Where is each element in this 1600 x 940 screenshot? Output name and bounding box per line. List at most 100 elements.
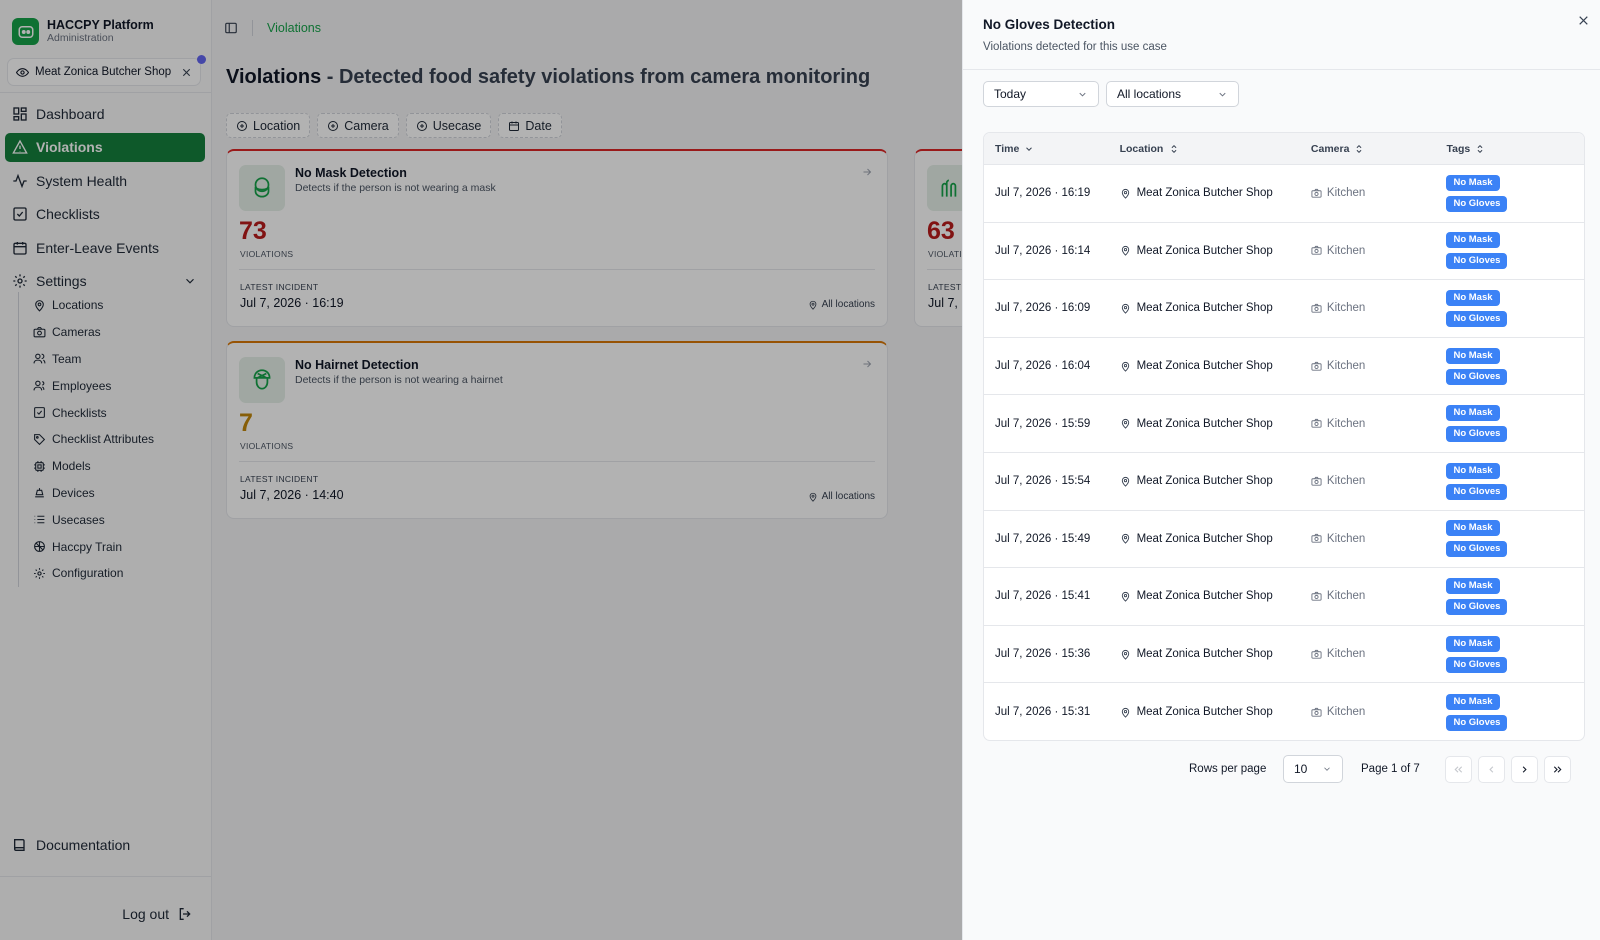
tag-badge: No Gloves [1446, 310, 1508, 327]
previous-page-button[interactable] [1478, 756, 1505, 783]
cell-location: Meat Zonica Butcher Shop [1120, 590, 1311, 602]
cell-time: Jul 7, 2026 · 15:49 [995, 532, 1091, 545]
column-tags[interactable]: Tags [1446, 143, 1584, 155]
map-pin-icon [1120, 476, 1131, 487]
chevrons-right-icon [1552, 764, 1563, 775]
camera-icon [1311, 188, 1322, 199]
column-time[interactable]: Time [984, 143, 1120, 155]
cell-tags: No Mask No Gloves [1446, 289, 1584, 327]
cell-time: Jul 7, 2026 · 15:31 [995, 706, 1091, 719]
cell-tags: No Mask No Gloves [1446, 347, 1584, 385]
cell-location-label: Meat Zonica Butcher Shop [1136, 187, 1273, 200]
table-row[interactable]: Jul 7, 2026 · 15:59 Meat Zonica Butcher S… [984, 395, 1584, 453]
cell-time: Jul 7, 2026 · 15:59 [995, 417, 1091, 430]
cell-time: Jul 7, 2026 · 16:19 [995, 187, 1091, 200]
cell-time: Jul 7, 2026 · 16:14 [995, 244, 1091, 257]
violations-drawer: No Gloves Detection Violations detected … [962, 0, 1600, 940]
last-page-button[interactable] [1544, 756, 1571, 783]
cell-camera: Kitchen [1311, 245, 1447, 257]
pagination: Rows per page 10 Page 1 of 7 [963, 755, 1600, 785]
table-row[interactable]: Jul 7, 2026 · 15:41 Meat Zonica Butcher S… [984, 568, 1584, 626]
table-row[interactable]: Jul 7, 2026 · 16:09 Meat Zonica Butcher S… [984, 280, 1584, 338]
tag-badge: No Gloves [1446, 368, 1508, 385]
tag-badge: No Mask [1446, 635, 1500, 652]
tag-badge: No Gloves [1446, 714, 1508, 731]
cell-location-label: Meat Zonica Butcher Shop [1136, 532, 1273, 545]
column-tags-label: Tags [1446, 142, 1471, 155]
map-pin-icon [1120, 533, 1131, 545]
camera-icon [1311, 361, 1322, 372]
table-row[interactable]: Jul 7, 2026 · 16:19 Meat Zonica Butcher S… [984, 165, 1584, 223]
cell-location-label: Meat Zonica Butcher Shop [1136, 417, 1273, 430]
tag-badge: No Gloves [1446, 598, 1508, 615]
cell-tags: No Mask No Gloves [1446, 405, 1584, 443]
cell-camera-label: Kitchen [1326, 417, 1366, 430]
cell-camera-label: Kitchen [1326, 302, 1366, 315]
drawer-title: No Gloves Detection [983, 17, 1116, 32]
camera-icon [1311, 591, 1322, 602]
table-row[interactable]: Jul 7, 2026 · 15:49 Meat Zonica Butcher S… [984, 511, 1584, 569]
cell-camera-label: Kitchen [1326, 475, 1366, 488]
cell-tags: No Mask No Gloves [1446, 174, 1584, 212]
first-page-button[interactable] [1445, 756, 1472, 783]
column-camera[interactable]: Camera [1311, 143, 1447, 155]
tag-badge: No Mask [1446, 520, 1500, 537]
chevron-down-icon [1322, 764, 1332, 774]
map-pin-icon [1120, 707, 1131, 718]
table-row[interactable]: Jul 7, 2026 · 15:31 Meat Zonica Butcher S… [984, 683, 1584, 740]
cell-tags: No Mask No Gloves [1446, 462, 1584, 500]
location-select[interactable]: All locations [1106, 81, 1239, 107]
rows-per-page-select[interactable]: 10 [1283, 755, 1343, 783]
cell-tags: No Mask No Gloves [1446, 635, 1584, 673]
table-row[interactable]: Jul 7, 2026 · 16:04 Meat Zonica Butcher S… [984, 338, 1584, 396]
chevron-down-icon [1077, 89, 1088, 100]
tag-badge: No Mask [1446, 577, 1500, 594]
cell-tags: No Mask No Gloves [1446, 693, 1584, 731]
drawer-header: No Gloves Detection Violations detected … [963, 0, 1600, 70]
tag-badge: No Mask [1446, 405, 1500, 422]
cell-camera-label: Kitchen [1326, 706, 1366, 719]
table-row[interactable]: Jul 7, 2026 · 15:36 Meat Zonica Butcher S… [984, 626, 1584, 684]
cell-location-label: Meat Zonica Butcher Shop [1136, 475, 1273, 488]
sort-icon [1475, 144, 1485, 154]
column-location-label: Location [1119, 142, 1164, 155]
table-row[interactable]: Jul 7, 2026 · 15:54 Meat Zonica Butcher S… [984, 453, 1584, 511]
close-icon[interactable] [1577, 14, 1590, 27]
cell-camera: Kitchen [1311, 648, 1447, 660]
next-page-button[interactable] [1511, 756, 1538, 783]
camera-icon [1311, 418, 1322, 429]
chevrons-left-icon [1453, 764, 1464, 775]
camera-icon [1311, 476, 1322, 487]
tag-badge: No Gloves [1446, 426, 1508, 443]
tag-badge: No Gloves [1446, 195, 1508, 212]
cell-camera: Kitchen [1311, 302, 1447, 314]
map-pin-icon [1120, 361, 1131, 372]
sort-icon [1169, 144, 1179, 154]
violations-table: Time Location Camera Tags Jul 7, 2026 · … [983, 132, 1585, 741]
camera-icon [1311, 303, 1322, 314]
tag-badge: No Mask [1446, 693, 1500, 710]
date-range-select[interactable]: Today [983, 81, 1099, 107]
column-location[interactable]: Location [1120, 143, 1311, 155]
table-header: Time Location Camera Tags [984, 133, 1584, 165]
cell-camera-label: Kitchen [1326, 360, 1366, 373]
cell-location-label: Meat Zonica Butcher Shop [1136, 590, 1273, 603]
cell-location-label: Meat Zonica Butcher Shop [1136, 648, 1273, 661]
cell-camera-label: Kitchen [1326, 648, 1366, 661]
cell-time: Jul 7, 2026 · 16:04 [995, 360, 1091, 373]
page-indicator: Page 1 of 7 [1361, 763, 1420, 775]
cell-time: Jul 7, 2026 · 15:54 [995, 475, 1091, 488]
drawer-subtitle: Violations detected for this use case [983, 41, 1167, 53]
tag-badge: No Mask [1446, 347, 1500, 364]
map-pin-icon [1120, 591, 1131, 602]
tag-badge: No Gloves [1446, 656, 1508, 673]
tag-badge: No Mask [1446, 289, 1500, 306]
tag-badge: No Mask [1446, 174, 1500, 191]
cell-location: Meat Zonica Butcher Shop [1120, 418, 1311, 430]
camera-icon [1311, 707, 1322, 718]
cell-time: Jul 7, 2026 · 15:36 [995, 648, 1091, 661]
chevron-down-icon [1024, 144, 1034, 154]
rows-per-page-value: 10 [1294, 762, 1308, 776]
table-row[interactable]: Jul 7, 2026 · 16:14 Meat Zonica Butcher S… [984, 223, 1584, 281]
map-pin-icon [1120, 303, 1131, 314]
